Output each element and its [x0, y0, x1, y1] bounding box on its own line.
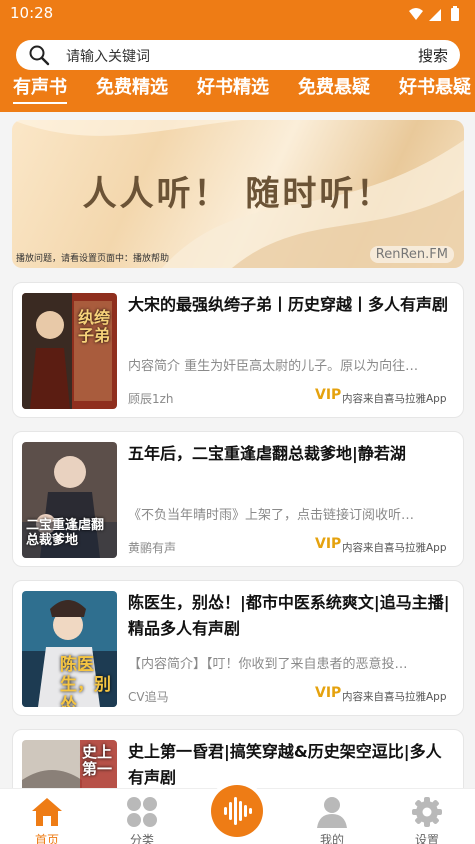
search-icon: [29, 45, 50, 66]
category-icon: [127, 797, 157, 827]
status-bar: 10:28: [0, 0, 475, 28]
nav-profile[interactable]: 我的: [297, 793, 367, 844]
tab-good-suspense[interactable]: 好书悬疑: [399, 76, 471, 106]
tab-free-suspense[interactable]: 免费悬疑: [298, 76, 370, 106]
nav-home-label: 首页: [34, 833, 59, 844]
book-card[interactable]: 纨绔子弟 大宋的最强纨绔子弟丨历史穿越丨多人有声剧 内容简介 重生为奸臣高太尉的…: [12, 282, 464, 418]
nav-home[interactable]: 首页: [12, 793, 82, 844]
cover-title: 纨绔子弟: [78, 308, 111, 345]
nav-profile-label: 我的: [319, 833, 344, 844]
search-bar[interactable]: 请输入关键词 搜索: [16, 40, 460, 70]
status-icons: [409, 6, 459, 21]
content-source: 内容来自喜马拉雅App: [342, 542, 447, 554]
category-tabs: 有声书 免费精选 好书精选 免费悬疑 好书悬疑: [0, 76, 475, 110]
search-button[interactable]: 搜索: [418, 45, 448, 66]
vip-badge: VIP: [315, 685, 342, 701]
book-author: CV追马: [128, 690, 169, 704]
book-title[interactable]: 史上第一昏君|搞笑穿越&历史架空逗比|多人有声剧: [128, 739, 453, 791]
cover-title: 史上第一: [82, 743, 113, 778]
nav-category-label: 分类: [129, 833, 154, 844]
banner-logo: RenRen.FM: [369, 246, 454, 263]
promo-banner[interactable]: 人人听！ 随时听！ 播放问题，请看设置页面中：播放帮助 RenRen.FM: [12, 120, 464, 268]
signal-icon: [429, 9, 441, 21]
cover-title: 二宝重逢虐翻总裁爹地: [26, 518, 105, 548]
content-source: 内容来自喜马拉雅App: [342, 393, 447, 405]
vip-badge: VIP: [315, 536, 342, 552]
book-cover: 陈医生，别怂: [22, 591, 117, 707]
nav-settings[interactable]: 设置: [392, 793, 462, 844]
status-time: 10:28: [10, 4, 54, 22]
bottom-nav: 首页 分类 我的 设置: [0, 781, 475, 844]
book-title[interactable]: 大宋的最强纨绔子弟丨历史穿越丨多人有声剧: [128, 292, 453, 318]
tab-audiobook[interactable]: 有声书: [13, 76, 67, 106]
search-input[interactable]: 请输入关键词: [66, 46, 150, 66]
wifi-icon: [409, 8, 423, 20]
content-source: 内容来自喜马拉雅App: [342, 691, 447, 703]
book-title[interactable]: 陈医生，别怂！|都市中医系统爽文|追马主播|精品多人有声剧: [128, 590, 453, 642]
header: 请输入关键词 搜索 有声书 免费精选 好书精选 免费悬疑 好书悬疑: [0, 28, 475, 112]
book-cover: 纨绔子弟: [22, 293, 117, 409]
nav-category[interactable]: 分类: [107, 793, 177, 844]
book-card[interactable]: 二宝重逢虐翻总裁爹地 五年后，二宝重逢虐翻总裁爹地|静若湖 《不负当年晴时雨》上…: [12, 431, 464, 567]
tab-free-picks[interactable]: 免费精选: [96, 76, 168, 106]
home-icon: [32, 798, 62, 826]
vip-badge: VIP: [315, 387, 342, 403]
book-cover: 二宝重逢虐翻总裁爹地: [22, 442, 117, 558]
banner-title: 人人听！ 随时听！: [82, 174, 394, 214]
tab-good-books[interactable]: 好书精选: [197, 76, 269, 106]
gear-icon: [412, 797, 442, 827]
book-author: 顾辰1zh: [128, 392, 174, 406]
book-description: 【内容简介】【叮！你收到了来自患者的恶意投…: [128, 657, 408, 672]
person-icon: [317, 797, 347, 828]
cover-title: 陈医生，别怂: [60, 655, 111, 707]
book-title[interactable]: 五年后，二宝重逢虐翻总裁爹地|静若湖: [128, 441, 453, 467]
book-author: 黄鹂有声: [128, 541, 177, 555]
book-description: 内容简介 重生为奸臣高太尉的儿子。原以为向往…: [128, 359, 419, 374]
battery-icon: [451, 8, 459, 21]
nav-player[interactable]: [207, 781, 267, 841]
book-description: 《不负当年晴时雨》上架了，点击链接订阅收听…: [128, 508, 415, 523]
nav-settings-label: 设置: [414, 833, 439, 844]
banner-footnote: 播放问题，请看设置页面中：播放帮助: [16, 254, 170, 264]
sound-wave-icon: [224, 797, 252, 825]
book-card[interactable]: 陈医生，别怂 陈医生，别怂！|都市中医系统爽文|追马主播|精品多人有声剧 【内容…: [12, 580, 464, 716]
